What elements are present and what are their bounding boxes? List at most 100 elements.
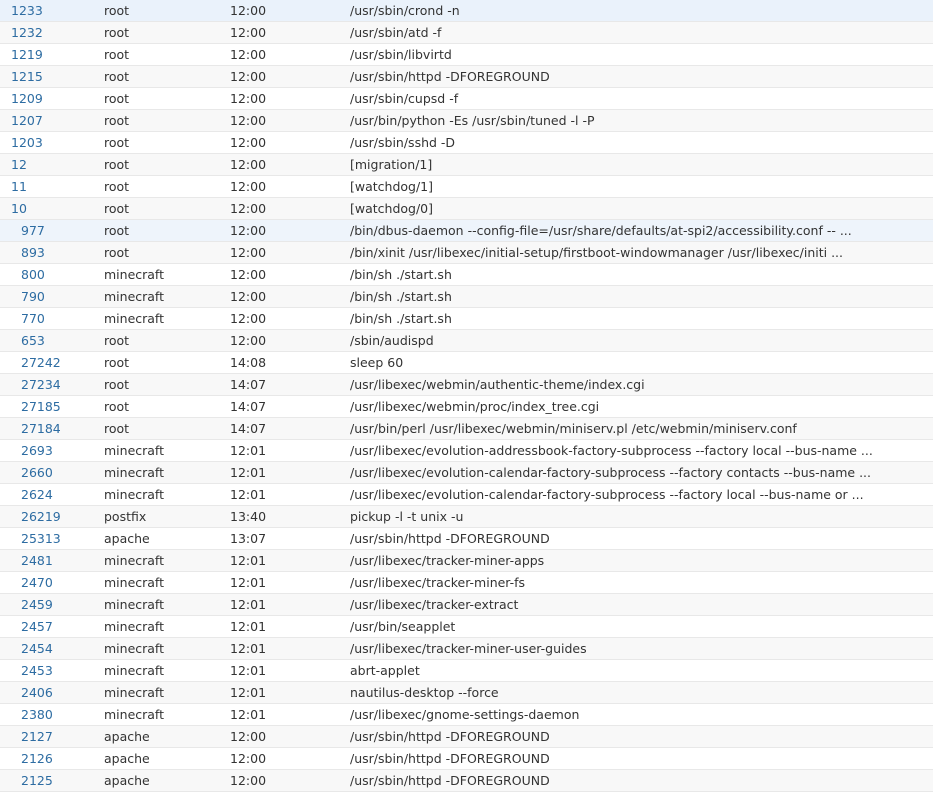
process-pid-link[interactable]: 2459 — [0, 593, 104, 616]
process-row[interactable]: 26219 postfix 13:40 pickup -l -t unix -u — [0, 505, 933, 528]
process-row[interactable]: 2127 apache 12:00/usr/sbin/httpd -DFOREGRO… — [0, 725, 933, 748]
process-pid-link[interactable]: 2380 — [0, 703, 104, 726]
process-pid-link[interactable]: 2660 — [0, 461, 104, 484]
process-pid[interactable]: 2454 — [0, 638, 53, 659]
process-pid[interactable]: 2127 — [0, 726, 53, 747]
process-pid[interactable]: 10 — [0, 198, 27, 219]
process-pid-link[interactable]: 25313 — [0, 527, 104, 550]
process-row[interactable]: 2454 minecraft 12:01/usr/libexec/tracker-m… — [0, 637, 933, 660]
process-pid[interactable]: 2660 — [0, 462, 53, 483]
process-pid-link[interactable]: 27185 — [0, 395, 104, 418]
process-row[interactable]: 1233 root 12:00/usr/sbin/crond -n — [0, 0, 933, 22]
process-pid-link[interactable]: 1215 — [0, 65, 104, 88]
process-pid[interactable]: 893 — [0, 242, 45, 263]
process-pid[interactable]: 26219 — [0, 506, 61, 527]
process-pid-link[interactable]: 800 — [0, 263, 104, 286]
process-pid-link[interactable]: 1203 — [0, 131, 104, 154]
process-pid-link[interactable]: 1232 — [0, 21, 104, 44]
process-pid-link[interactable]: 11 — [0, 175, 104, 198]
process-row[interactable]: 1203 root 12:00/usr/sbin/sshd -D — [0, 131, 933, 154]
process-row[interactable]: 10 root 12:00 [watchdog/0] — [0, 197, 933, 220]
process-pid[interactable]: 800 — [0, 264, 45, 285]
process-pid-link[interactable]: 26219 — [0, 505, 104, 528]
process-row[interactable]: 11 root 12:00 [watchdog/1] — [0, 175, 933, 198]
process-pid-link[interactable]: 2481 — [0, 549, 104, 572]
process-row[interactable]: 2126 apache 12:00/usr/sbin/httpd -DFOREGRO… — [0, 747, 933, 770]
process-pid[interactable]: 1232 — [0, 22, 43, 43]
process-pid[interactable]: 2126 — [0, 748, 53, 769]
process-pid[interactable]: 770 — [0, 308, 45, 329]
process-row[interactable]: 27242 root 14:08 sleep 60 — [0, 351, 933, 374]
process-pid[interactable]: 1215 — [0, 66, 43, 87]
process-pid-link[interactable]: 977 — [0, 219, 104, 242]
process-row[interactable]: 1219 root 12:00/usr/sbin/libvirtd — [0, 43, 933, 66]
process-pid-link[interactable]: 2127 — [0, 725, 104, 748]
process-pid-link[interactable]: 1209 — [0, 87, 104, 110]
process-row[interactable]: 25313 apache 13:07/usr/sbin/httpd -DFOREGR… — [0, 527, 933, 550]
process-pid[interactable]: 653 — [0, 330, 45, 351]
process-pid[interactable]: 27234 — [0, 374, 61, 395]
process-pid-link[interactable]: 1219 — [0, 43, 104, 66]
process-row[interactable]: 2453 minecraft 12:01 abrt-applet — [0, 659, 933, 682]
process-row[interactable]: 2380 minecraft 12:01/usr/libexec/gnome-set… — [0, 703, 933, 726]
process-pid[interactable]: 12 — [0, 154, 27, 175]
process-row[interactable]: 977 root 12:00/bin/dbus-daemon --config-fi… — [0, 219, 933, 242]
process-row[interactable]: 2125 apache 12:00/usr/sbin/httpd -DFOREGRO… — [0, 769, 933, 792]
process-row[interactable]: 2470 minecraft 12:01/usr/libexec/tracker-m… — [0, 571, 933, 594]
process-pid-link[interactable]: 1207 — [0, 109, 104, 132]
process-row[interactable]: 2481 minecraft 12:01/usr/libexec/tracker-m… — [0, 549, 933, 572]
process-row[interactable]: 27234 root 14:07/usr/libexec/webmin/authen… — [0, 373, 933, 396]
process-pid-link[interactable]: 2624 — [0, 483, 104, 506]
process-pid[interactable]: 2624 — [0, 484, 53, 505]
process-row[interactable]: 1232 root 12:00/usr/sbin/atd -f — [0, 21, 933, 44]
process-pid-link[interactable]: 2406 — [0, 681, 104, 704]
process-pid-link[interactable]: 2126 — [0, 747, 104, 770]
process-row[interactable]: 800 minecraft 12:00/bin/sh ./start.sh — [0, 263, 933, 286]
process-pid[interactable]: 25313 — [0, 528, 61, 549]
process-pid[interactable]: 27185 — [0, 396, 61, 417]
process-pid[interactable]: 2457 — [0, 616, 53, 637]
process-pid-link[interactable]: 893 — [0, 241, 104, 264]
process-row[interactable]: 1209 root 12:00/usr/sbin/cupsd -f — [0, 87, 933, 110]
process-pid[interactable]: 2380 — [0, 704, 53, 725]
process-pid[interactable]: 2406 — [0, 682, 53, 703]
process-pid[interactable]: 1207 — [0, 110, 43, 131]
process-pid[interactable]: 1209 — [0, 88, 43, 109]
process-pid[interactable]: 1233 — [0, 0, 43, 21]
process-row[interactable]: 2624 minecraft 12:01/usr/libexec/evolution… — [0, 483, 933, 506]
process-pid-link[interactable]: 27242 — [0, 351, 104, 374]
process-pid-link[interactable]: 770 — [0, 307, 104, 330]
process-row[interactable]: 2406 minecraft 12:01 nautilus-desktop --for… — [0, 681, 933, 704]
process-pid-link[interactable]: 790 — [0, 285, 104, 308]
process-pid[interactable]: 1203 — [0, 132, 43, 153]
process-pid-link[interactable]: 2453 — [0, 659, 104, 682]
process-pid[interactable]: 2693 — [0, 440, 53, 461]
process-row[interactable]: 653 root 12:00/sbin/audispd — [0, 329, 933, 352]
process-pid-link[interactable]: 653 — [0, 329, 104, 352]
process-pid-link[interactable]: 12 — [0, 153, 104, 176]
process-pid[interactable]: 27184 — [0, 418, 61, 439]
process-row[interactable]: 1207 root 12:00/usr/bin/python -Es /usr/sb… — [0, 109, 933, 132]
process-row[interactable]: 2457 minecraft 12:01/usr/bin/seapplet — [0, 615, 933, 638]
process-pid[interactable]: 790 — [0, 286, 45, 307]
process-pid-link[interactable]: 1233 — [0, 0, 104, 22]
process-row[interactable]: 1215 root 12:00/usr/sbin/httpd -DFOREGROUN… — [0, 65, 933, 88]
process-pid-link[interactable]: 10 — [0, 197, 104, 220]
process-pid-link[interactable]: 2457 — [0, 615, 104, 638]
process-pid[interactable]: 11 — [0, 176, 27, 197]
process-row[interactable]: 2660 minecraft 12:01/usr/libexec/evolution… — [0, 461, 933, 484]
process-pid[interactable]: 27242 — [0, 352, 61, 373]
process-row[interactable]: 27184 root 14:07/usr/bin/perl /usr/libexec… — [0, 417, 933, 440]
process-pid[interactable]: 2481 — [0, 550, 53, 571]
process-row[interactable]: 27185 root 14:07/usr/libexec/webmin/proc/i… — [0, 395, 933, 418]
process-pid-link[interactable]: 2470 — [0, 571, 104, 594]
process-row[interactable]: 770 minecraft 12:00/bin/sh ./start.sh — [0, 307, 933, 330]
process-pid-link[interactable]: 2454 — [0, 637, 104, 660]
process-pid[interactable]: 2453 — [0, 660, 53, 681]
process-row[interactable]: 2459 minecraft 12:01/usr/libexec/tracker-e… — [0, 593, 933, 616]
process-pid-link[interactable]: 27234 — [0, 373, 104, 396]
process-pid-link[interactable]: 2125 — [0, 769, 104, 792]
process-pid[interactable]: 977 — [0, 220, 45, 241]
process-pid-link[interactable]: 27184 — [0, 417, 104, 440]
process-row[interactable]: 2693 minecraft 12:01/usr/libexec/evolution… — [0, 439, 933, 462]
